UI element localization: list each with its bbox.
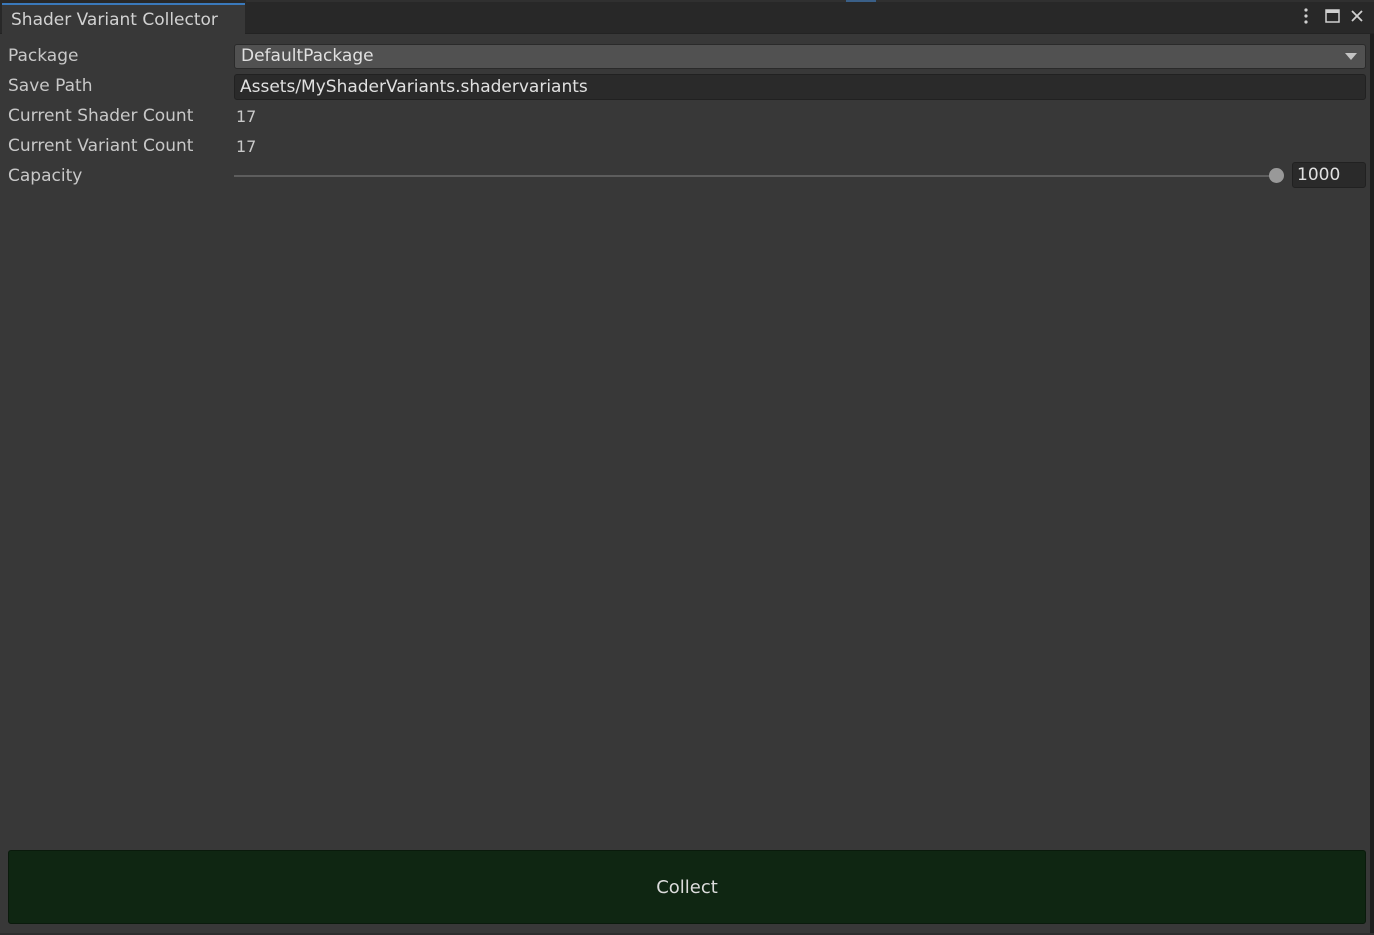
close-icon[interactable] [1347, 6, 1367, 26]
tab-bar-topline [246, 0, 1374, 2]
shader-count-value: 17 [236, 107, 257, 126]
right-edge-divider [1370, 34, 1374, 935]
maximize-icon[interactable] [1322, 6, 1342, 26]
collect-button-label: Collect [656, 876, 718, 898]
editor-window: Shader Variant Collector Package Default… [0, 0, 1374, 935]
variant-count-row: Current Variant Count 17 [2, 132, 1370, 160]
tab-bar: Shader Variant Collector [0, 0, 1374, 34]
save-path-input[interactable] [235, 75, 1365, 99]
capacity-row: Capacity [2, 162, 1370, 190]
window-title: Shader Variant Collector [11, 10, 218, 30]
variant-count-value: 17 [236, 137, 257, 156]
save-path-field-frame [234, 74, 1366, 100]
chevron-down-icon [1345, 53, 1357, 60]
capacity-field-frame [1292, 162, 1366, 188]
package-dropdown-value: DefaultPackage [241, 46, 374, 66]
tab-shader-variant-collector[interactable]: Shader Variant Collector [2, 3, 245, 34]
package-row: Package DefaultPackage [2, 42, 1370, 70]
variant-count-label: Current Variant Count [8, 136, 194, 156]
capacity-input[interactable] [1293, 163, 1365, 187]
save-path-label: Save Path [8, 76, 93, 96]
shader-count-label: Current Shader Count [8, 106, 194, 126]
capacity-slider-track[interactable] [234, 175, 1278, 177]
package-label: Package [8, 46, 79, 66]
capacity-slider-thumb[interactable] [1269, 168, 1284, 183]
save-path-row: Save Path [2, 72, 1370, 100]
capacity-label: Capacity [8, 166, 83, 186]
package-dropdown[interactable]: DefaultPackage [234, 44, 1366, 69]
shader-count-row: Current Shader Count 17 [2, 102, 1370, 130]
collect-button[interactable]: Collect [8, 850, 1366, 924]
kebab-menu-icon[interactable] [1296, 6, 1316, 26]
content-panel: Package DefaultPackage Save Path Current… [2, 34, 1370, 933]
